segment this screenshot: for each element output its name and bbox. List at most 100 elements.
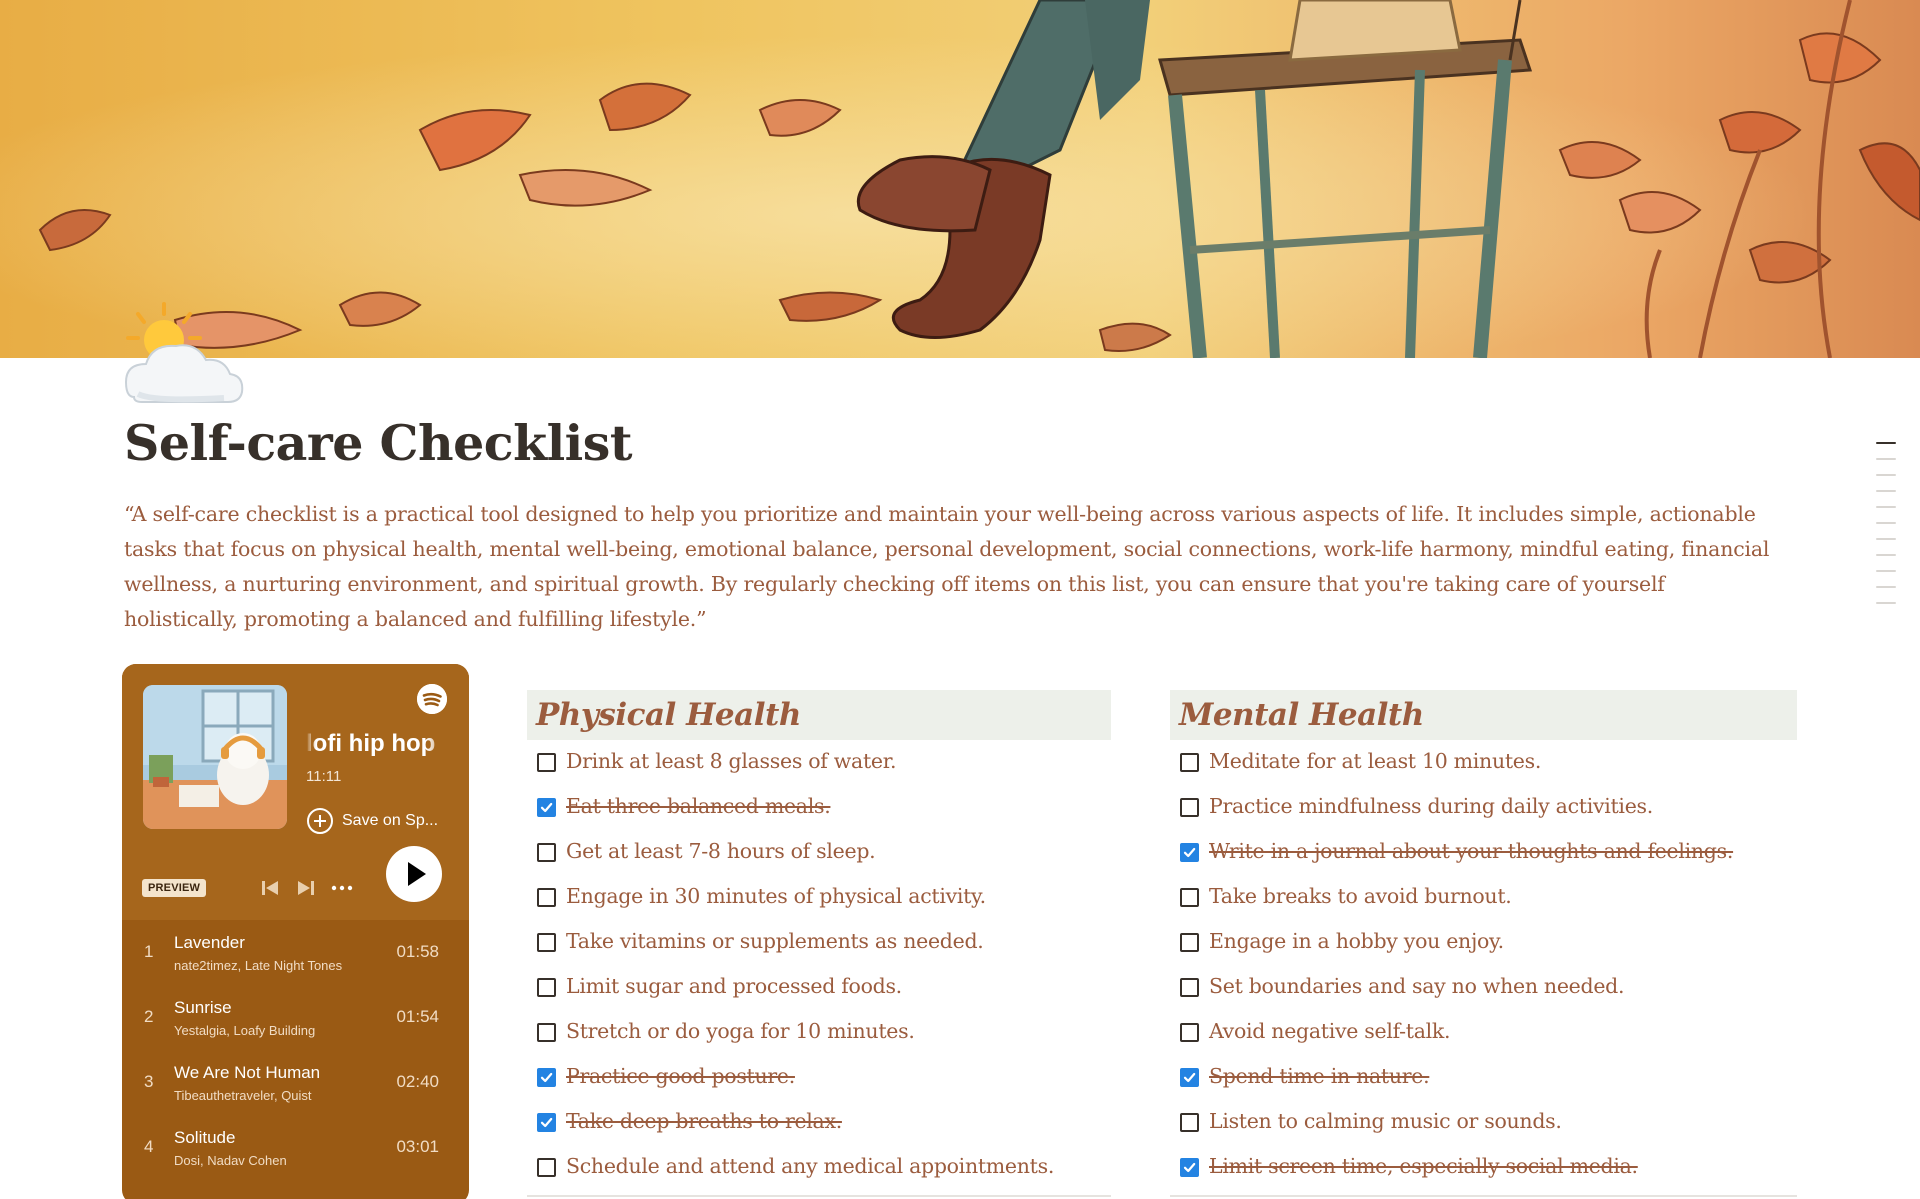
more-options-icon[interactable] <box>330 876 354 900</box>
todo-text[interactable]: Schedule and attend any medical appointm… <box>566 1154 1054 1178</box>
checkbox[interactable] <box>1180 888 1199 907</box>
page-cover-image[interactable] <box>0 0 1920 358</box>
checkbox-checked[interactable] <box>1180 843 1199 862</box>
track-name: We Are Not Human <box>174 1063 321 1082</box>
todo-text[interactable]: Listen to calming music or sounds. <box>1209 1109 1562 1133</box>
checkmark-icon <box>540 802 553 813</box>
track-number: 3 <box>144 1072 154 1091</box>
todo-text[interactable]: Take deep breaths to relax. <box>566 1109 842 1133</box>
toc-marker[interactable] <box>1876 522 1896 524</box>
todo-text[interactable]: Limit screen time, especially social med… <box>1209 1154 1638 1178</box>
autumn-illustration <box>0 0 1920 358</box>
track-duration: 01:58 <box>396 942 439 961</box>
previous-track-icon[interactable] <box>258 876 282 900</box>
track-number: 1 <box>144 942 154 961</box>
todo-text[interactable]: Stretch or do yoga for 10 minutes. <box>566 1019 915 1043</box>
save-on-spotify-button[interactable]: Save on Sp... <box>306 807 438 835</box>
checkbox-checked[interactable] <box>1180 1158 1199 1177</box>
checkbox[interactable] <box>1180 933 1199 952</box>
todo-text[interactable]: Meditate for at least 10 minutes. <box>1209 749 1541 773</box>
mental-health-checklist: Meditate for at least 10 minutes. Practic… <box>1170 740 1797 1190</box>
track-name: Lavender <box>174 933 245 952</box>
checkbox-checked[interactable] <box>1180 1068 1199 1087</box>
todo-item: Take vitamins or supplements as needed. <box>527 920 1111 965</box>
play-icon <box>408 862 426 886</box>
toc-marker[interactable] <box>1876 570 1896 572</box>
todo-item: Practice good posture. <box>527 1055 1111 1100</box>
todo-text[interactable]: Take breaks to avoid burnout. <box>1209 884 1512 908</box>
toc-marker[interactable] <box>1876 474 1896 476</box>
todo-text[interactable]: Eat three balanced meals. <box>566 794 831 818</box>
playlist-cover-art[interactable] <box>143 685 287 829</box>
next-track-icon[interactable] <box>294 876 318 900</box>
checkbox[interactable] <box>537 978 556 997</box>
toc-marker[interactable] <box>1876 506 1896 508</box>
track-artist: nate2timez, Late Night Tones <box>174 958 343 973</box>
todo-item: Drink at least 8 glasses of water. <box>527 740 1111 785</box>
track-row[interactable]: 2 Sunrise Yestalgia, Loafy Building 01:5… <box>122 985 469 1050</box>
checkbox[interactable] <box>1180 978 1199 997</box>
checkbox[interactable] <box>537 843 556 862</box>
toc-marker[interactable] <box>1876 586 1896 588</box>
toc-marker[interactable] <box>1876 538 1896 540</box>
checkbox[interactable] <box>537 753 556 772</box>
checkbox[interactable] <box>537 1158 556 1177</box>
checkbox[interactable] <box>1180 798 1199 817</box>
checkmark-icon <box>1183 1072 1196 1083</box>
todo-text[interactable]: Engage in 30 minutes of physical activit… <box>566 884 986 908</box>
track-row[interactable]: 1 Lavender nate2timez, Late Night Tones … <box>122 920 469 985</box>
todo-item: Take deep breaths to relax. <box>527 1100 1111 1145</box>
todo-text[interactable]: Limit sugar and processed foods. <box>566 974 902 998</box>
todo-text[interactable]: Practice good posture. <box>566 1064 795 1088</box>
track-list: 1 Lavender nate2timez, Late Night Tones … <box>122 920 469 1180</box>
track-row[interactable]: 3 We Are Not Human Tibeauthetraveler, Qu… <box>122 1050 469 1115</box>
preview-badge: PREVIEW <box>142 879 207 897</box>
todo-item: Take breaks to avoid burnout. <box>1170 875 1797 920</box>
checkbox-checked[interactable] <box>537 1113 556 1132</box>
table-of-contents-rail[interactable] <box>1876 442 1896 618</box>
spotify-logo-icon[interactable] <box>417 684 447 714</box>
todo-item: Stretch or do yoga for 10 minutes. <box>527 1010 1111 1055</box>
todo-text[interactable]: Write in a journal about your thoughts a… <box>1209 839 1733 863</box>
track-row[interactable]: 4 Solitude Dosi, Nadav Cohen 03:01 <box>122 1115 469 1180</box>
todo-text[interactable]: Take vitamins or supplements as needed. <box>566 929 984 953</box>
track-duration: 03:01 <box>396 1137 439 1156</box>
playlist-title[interactable]: lofi hip hop <box>306 730 451 758</box>
todo-item: Engage in 30 minutes of physical activit… <box>527 875 1111 920</box>
toc-marker[interactable] <box>1876 490 1896 492</box>
checkbox[interactable] <box>537 933 556 952</box>
toc-marker[interactable] <box>1876 554 1896 556</box>
todo-text[interactable]: Set boundaries and say no when needed. <box>1209 974 1625 998</box>
physical-health-heading: Physical Health <box>527 690 1111 740</box>
todo-item: Engage in a hobby you enjoy. <box>1170 920 1797 965</box>
checkbox[interactable] <box>1180 753 1199 772</box>
checkbox[interactable] <box>537 1023 556 1042</box>
checkmark-icon <box>540 1117 553 1128</box>
todo-item: Get at least 7-8 hours of sleep. <box>527 830 1111 875</box>
todo-text[interactable]: Practice mindfulness during daily activi… <box>1209 794 1653 818</box>
play-button[interactable] <box>386 846 442 902</box>
sun-behind-cloud-icon[interactable] <box>124 302 248 412</box>
toc-marker[interactable] <box>1876 602 1896 604</box>
checkbox[interactable] <box>1180 1113 1199 1132</box>
toc-marker[interactable] <box>1876 442 1896 444</box>
physical-health-section: Physical Health Drink at least 8 glasses… <box>527 690 1111 1197</box>
checkbox-checked[interactable] <box>537 1068 556 1087</box>
checkbox-checked[interactable] <box>537 798 556 817</box>
todo-item: Spend time in nature. <box>1170 1055 1797 1100</box>
spotify-embed[interactable]: lofi hip hop 11:11 Save on Sp... PREVIEW… <box>122 664 469 1199</box>
todo-text[interactable]: Avoid negative self-talk. <box>1209 1019 1451 1043</box>
track-name: Solitude <box>174 1128 236 1147</box>
divider <box>1170 1195 1797 1197</box>
toc-marker[interactable] <box>1876 458 1896 460</box>
track-duration: 02:40 <box>396 1072 439 1091</box>
todo-text[interactable]: Spend time in nature. <box>1209 1064 1430 1088</box>
todo-text[interactable]: Drink at least 8 glasses of water. <box>566 749 897 773</box>
track-name: Sunrise <box>174 998 232 1017</box>
todo-text[interactable]: Engage in a hobby you enjoy. <box>1209 929 1504 953</box>
checkbox[interactable] <box>1180 1023 1199 1042</box>
todo-text[interactable]: Get at least 7-8 hours of sleep. <box>566 839 876 863</box>
todo-item: Limit screen time, especially social med… <box>1170 1145 1797 1190</box>
checkbox[interactable] <box>537 888 556 907</box>
physical-health-checklist: Drink at least 8 glasses of water. Eat th… <box>527 740 1111 1190</box>
